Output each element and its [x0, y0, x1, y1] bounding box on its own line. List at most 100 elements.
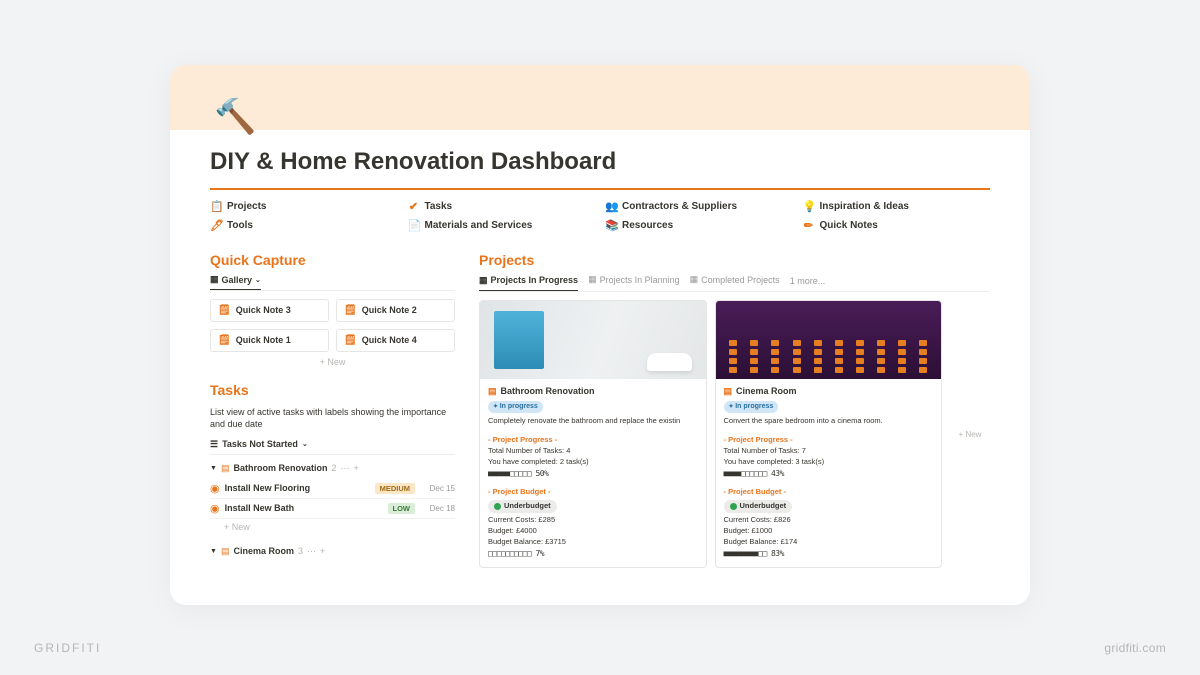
tabs-more[interactable]: 1 more...	[790, 276, 826, 286]
task-group-header[interactable]: ▼ ▤ Cinema Room 3 ⋯ +	[210, 538, 455, 562]
note-card[interactable]: 🗒Quick Note 2	[336, 299, 455, 322]
nav-quicknotes[interactable]: ✏ Quick Notes	[803, 219, 991, 232]
project-card[interactable]: ▤Cinema Room In progress Convert the spa…	[715, 300, 943, 568]
checkbox-icon[interactable]: ◉	[210, 502, 220, 515]
task-title: Install New Flooring	[225, 483, 375, 493]
progress-bar: ■■■■■□□□□□ 50%	[488, 468, 698, 480]
add-icon[interactable]: +	[353, 463, 358, 473]
project-desc: Completely renovate the bathroom and rep…	[488, 416, 698, 433]
more-icon[interactable]: ⋯	[307, 546, 316, 557]
new-task-button[interactable]: + New	[210, 519, 455, 538]
project-cover	[716, 301, 942, 379]
completed-tasks: You have completed: 3 task(s)	[724, 457, 934, 468]
gallery-view-tab[interactable]: ▦ Gallery ⌄	[210, 274, 261, 290]
current-costs: Current Costs: £826	[724, 515, 934, 526]
note-card[interactable]: 🗒 Quick Note 4	[336, 329, 455, 352]
budget-header: - Project Budget -	[488, 485, 698, 498]
progress-bar: ■■■■□□□□□□ 43%	[724, 468, 934, 480]
collapse-icon: ▼	[210, 548, 217, 555]
add-icon[interactable]: +	[320, 546, 325, 556]
priority-tag: LOW	[388, 503, 416, 514]
page-icon: ▤	[221, 463, 230, 474]
nav-label: Quick Notes	[820, 220, 878, 231]
nav-tasks[interactable]: ✔Tasks	[408, 200, 596, 213]
budget-status: Underbudget	[724, 500, 793, 513]
progress-header: - Project Progress -	[488, 433, 698, 446]
budget-bar: □□□□□□□□□□ 7%	[488, 548, 698, 560]
group-name: Bathroom Renovation	[233, 463, 327, 473]
list-icon: ☰	[210, 439, 218, 450]
tab-planning[interactable]: ▦Projects In Planning	[588, 274, 680, 287]
budget-balance: Budget Balance: £174	[724, 537, 934, 548]
contractors-icon: 👥	[605, 200, 617, 213]
tasks-icon: ✔	[408, 200, 420, 213]
nav-links: 📋Projects ✔Tasks 👥 Contractors & Supplier…	[210, 190, 990, 238]
chevron-down-icon: ⌄	[255, 276, 261, 284]
nav-projects[interactable]: 📋Projects	[210, 200, 398, 213]
task-date: Dec 15	[421, 484, 455, 493]
tab-in-progress[interactable]: ▦Projects In Progress	[479, 275, 578, 291]
page-title: DIY & Home Renovation Dashboard	[210, 142, 990, 190]
nav-tools[interactable]: 🖊Tools	[210, 219, 398, 232]
tab-completed[interactable]: ▦Completed Projects	[690, 274, 780, 287]
total-tasks: Total Number of Tasks: 7	[724, 446, 934, 457]
new-note-button[interactable]: + New	[210, 352, 455, 372]
budget: Budget: £1000	[724, 526, 934, 537]
status-badge: In progress	[488, 401, 543, 413]
group-name: Cinema Room	[233, 546, 294, 556]
more-icon[interactable]: ⋯	[340, 463, 349, 474]
checkbox-icon[interactable]: ◉	[210, 482, 220, 495]
note-title: Quick Note 1	[236, 335, 291, 345]
note-title: Quick Note 3	[236, 305, 291, 315]
brand-url: gridfiti.com	[1104, 641, 1166, 655]
new-project-button[interactable]: + New	[950, 300, 990, 568]
header-banner: 🔨	[170, 65, 1030, 130]
resources-icon: 📚	[605, 219, 617, 232]
note-icon: 🗒	[344, 305, 357, 316]
task-title: Install New Bath	[225, 503, 388, 513]
nav-label: Resources	[622, 220, 673, 231]
tab-label: Completed Projects	[701, 275, 780, 285]
note-icon: 🗒	[218, 305, 231, 316]
page-icon: ▤	[221, 546, 230, 557]
nav-contractors[interactable]: 👥 Contractors & Suppliers	[605, 200, 793, 213]
note-title: Quick Note 4	[362, 335, 417, 345]
budget-header: - Project Budget -	[724, 485, 934, 498]
nav-inspiration[interactable]: 💡Inspiration & Ideas	[803, 200, 991, 213]
project-card[interactable]: ▤Bathroom Renovation In progress Complet…	[479, 300, 707, 568]
nav-materials[interactable]: 📄Materials and Services	[408, 219, 596, 232]
note-icon: 🗒	[344, 335, 357, 346]
view-label: Gallery	[222, 275, 253, 285]
nav-label: Contractors & Suppliers	[622, 201, 737, 212]
tab-label: Projects In Progress	[491, 275, 579, 285]
brand-logo: GRIDFITI	[34, 641, 101, 655]
status-badge: In progress	[724, 401, 779, 413]
nav-label: Materials and Services	[425, 220, 533, 231]
project-title: Cinema Room	[736, 385, 797, 398]
priority-tag: MEDIUM	[375, 483, 415, 494]
app-window: 🔨 DIY & Home Renovation Dashboard 📋Proje…	[170, 65, 1030, 605]
note-card[interactable]: 🗒 Quick Note 3	[210, 299, 329, 322]
nav-resources[interactable]: 📚 Resources	[605, 219, 793, 232]
project-title: Bathroom Renovation	[501, 385, 595, 398]
tasks-heading: Tasks	[210, 382, 455, 398]
project-cover	[480, 301, 706, 379]
task-row[interactable]: ◉ Install New Flooring MEDIUM Dec 15	[210, 479, 455, 499]
pencil-icon: ✏	[803, 219, 815, 232]
task-group-header[interactable]: ▼ ▤ Bathroom Renovation 2 ⋯ +	[210, 455, 455, 479]
total-tasks: Total Number of Tasks: 4	[488, 446, 698, 457]
budget-balance: Budget Balance: £3715	[488, 537, 698, 548]
board-icon: ▦	[690, 274, 699, 285]
notes-grid: 🗒 Quick Note 3 🗒Quick Note 2 🗒 Quick Note …	[210, 291, 455, 352]
nav-label: Tools	[227, 220, 253, 231]
note-icon: 🗒	[218, 335, 231, 346]
tasks-view-tab[interactable]: ☰ Tasks Not Started ⌄	[210, 439, 455, 455]
tab-label: Projects In Planning	[600, 275, 680, 285]
hammer-icon: 🔨	[214, 100, 256, 134]
gallery-icon: ▦	[210, 274, 219, 285]
task-row[interactable]: ◉ Install New Bath LOW Dec 18	[210, 499, 455, 519]
page-icon: ▤	[724, 385, 733, 398]
projects-heading: Projects	[479, 252, 990, 268]
collapse-icon: ▼	[210, 465, 217, 472]
note-card[interactable]: 🗒 Quick Note 1	[210, 329, 329, 352]
